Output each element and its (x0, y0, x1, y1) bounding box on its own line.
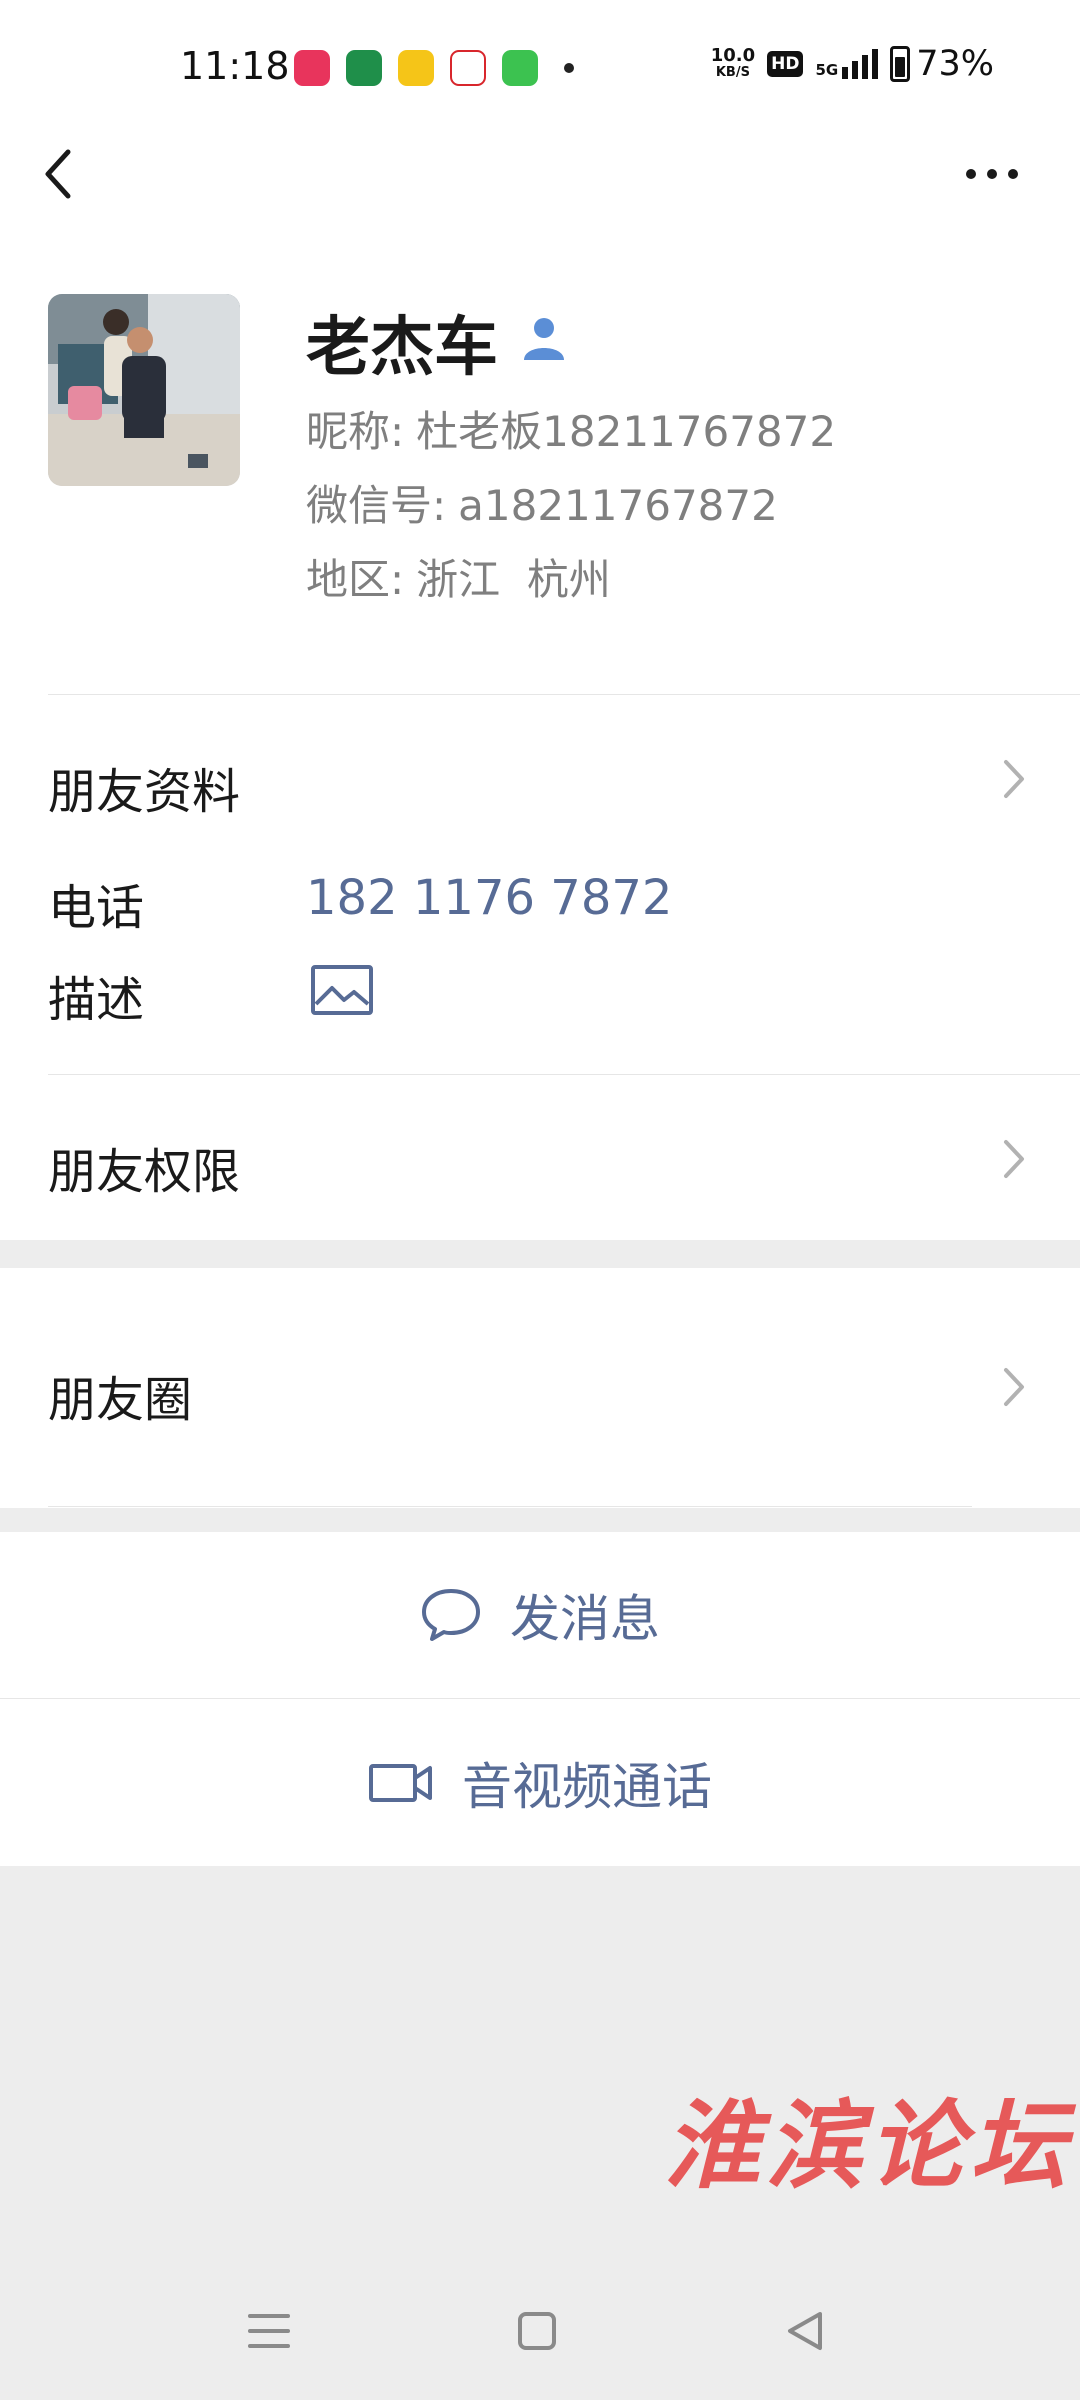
more-dot (1008, 169, 1018, 179)
nickname-label: 昵称: (306, 407, 405, 456)
contact-name: 老杰车 (306, 311, 498, 385)
wechat-id-value: a18211767872 (458, 481, 778, 530)
menu-nav-icon[interactable] (244, 2306, 294, 2356)
battery-icon (890, 46, 911, 82)
moments-row[interactable]: 朋友圈 (48, 1360, 192, 1430)
network-speed: 10.0 KB/S (710, 45, 756, 81)
home-nav-icon[interactable] (512, 2306, 562, 2356)
friend-info-row[interactable]: 朋友资料 (48, 752, 240, 822)
app-notification-icon (398, 50, 434, 86)
video-camera-icon (369, 1764, 432, 1802)
chat-bubble-icon (422, 1589, 480, 1641)
status-indicators: 10.0 KB/S HD 5G 73% (711, 44, 994, 84)
app-notification-icon (502, 50, 538, 86)
app-notification-icon (294, 50, 330, 86)
more-dot (966, 169, 976, 179)
battery-status: 73% (890, 44, 994, 84)
more-dot (987, 169, 997, 179)
divider (48, 694, 1080, 695)
more-notifications-dot (564, 63, 574, 73)
friend-permissions-row[interactable]: 朋友权限 (48, 1132, 240, 1202)
chevron-right-icon (1004, 1368, 1024, 1406)
nickname-value: 杜老板18211767872 (416, 407, 837, 456)
wechat-id-line: 微信号: a18211767872 (306, 472, 778, 533)
moments-section: 朋友圈 (0, 1268, 1080, 1508)
divider (0, 1698, 1080, 1699)
description-label: 描述 (48, 972, 145, 1028)
send-message-label: 发消息 (510, 1590, 660, 1648)
video-call-button[interactable]: 音视频通话 (0, 1700, 1080, 1866)
region-line: 地区: 浙江 杭州 (306, 546, 611, 607)
watermark-text: 淮滨论坛 (664, 2089, 1072, 2202)
app-notification-icon (450, 50, 486, 86)
status-bar: 11:18 10.0 KB/S HD 5G 73% (0, 0, 1080, 130)
back-nav-icon[interactable] (780, 2306, 830, 2356)
nickname-line: 昵称: 杜老板18211767872 (306, 398, 836, 459)
app-notification-icon (346, 50, 382, 86)
hd-badge: HD (767, 51, 804, 77)
region-value: 浙江 杭州 (416, 555, 611, 604)
avatar[interactable] (48, 294, 240, 486)
region-label: 地区: (306, 555, 405, 604)
signal-icon: 5G (815, 49, 879, 79)
divider (48, 1506, 972, 1507)
wechat-id-label: 微信号: (306, 481, 447, 530)
divider (48, 1074, 1080, 1075)
notification-icons (294, 50, 574, 86)
chevron-right-icon (1004, 1140, 1024, 1178)
person-icon (524, 318, 564, 360)
more-button[interactable] (966, 160, 1026, 188)
back-button[interactable] (40, 144, 80, 204)
actions-section: 发消息 音视频通话 (0, 1532, 1080, 1866)
chevron-right-icon (1004, 760, 1024, 798)
phone-label: 电话 (48, 880, 145, 936)
send-message-button[interactable]: 发消息 (0, 1532, 1080, 1698)
status-time: 11:18 (180, 44, 290, 88)
image-icon[interactable] (310, 964, 374, 1016)
video-call-label: 音视频通话 (462, 1758, 712, 1816)
phone-number-link[interactable]: 182 1176 7872 (306, 870, 672, 926)
